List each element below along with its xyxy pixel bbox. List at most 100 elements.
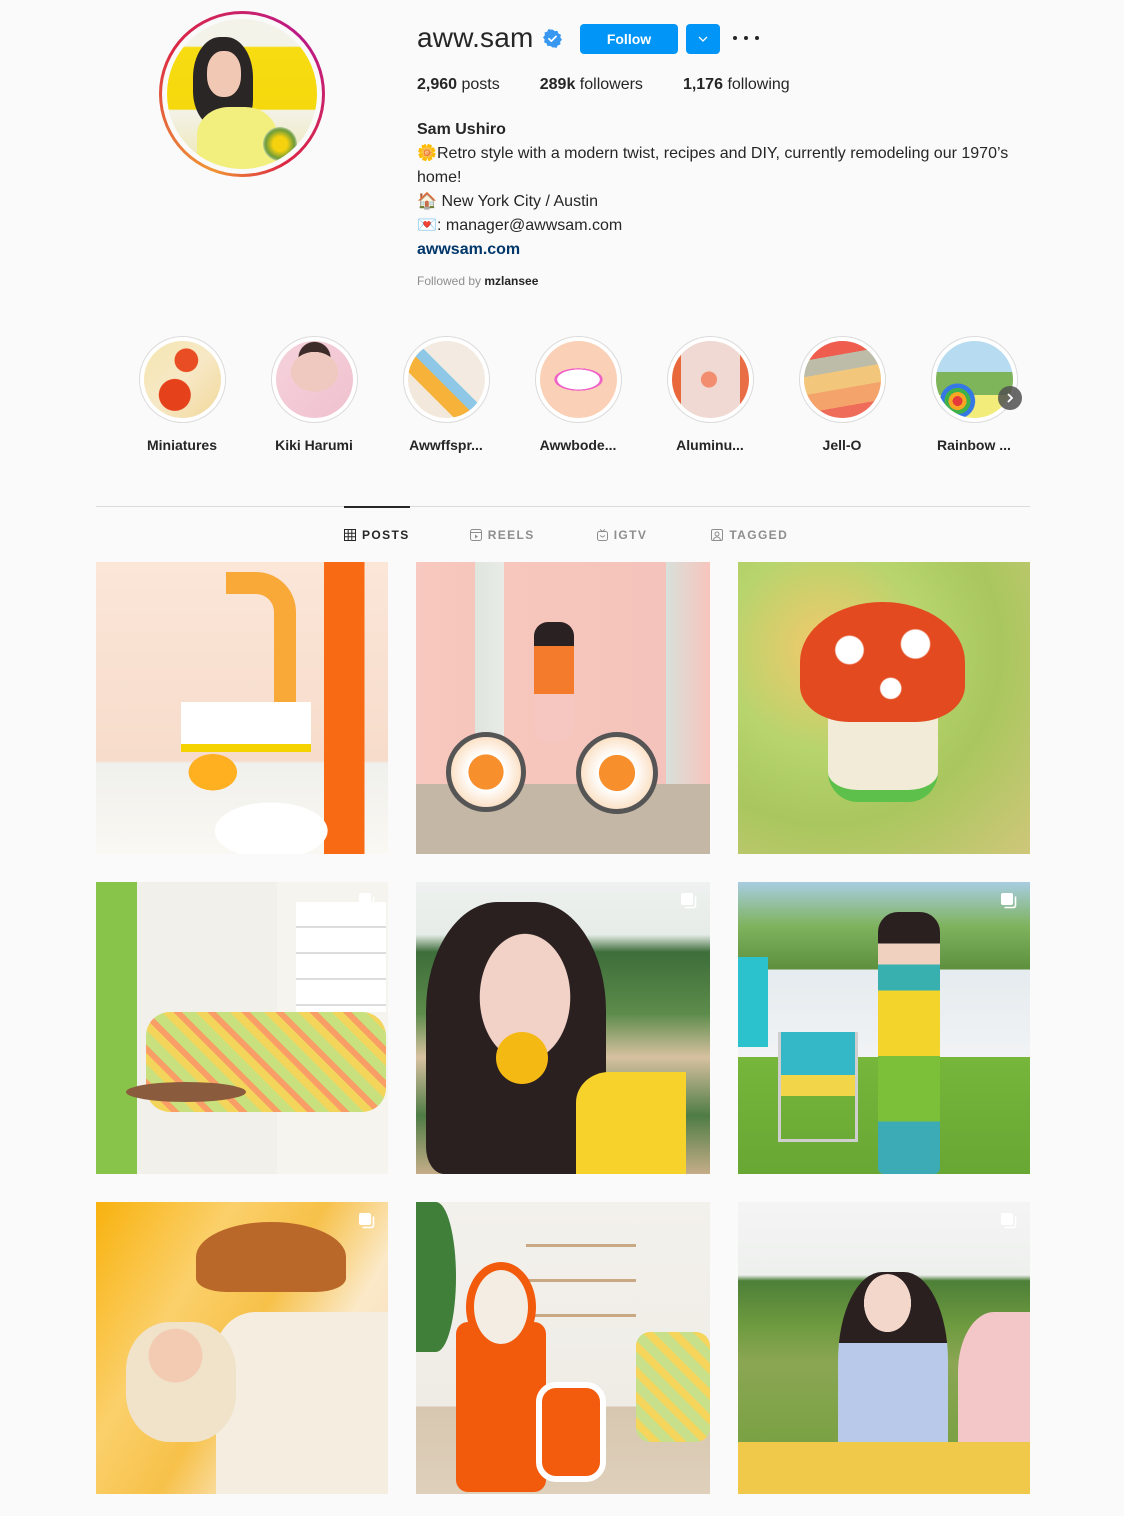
highlight-ring [402, 336, 490, 423]
carousel-icon [359, 1213, 375, 1229]
suggested-dropdown-button[interactable] [686, 24, 720, 54]
post-art-shape [778, 1032, 858, 1142]
highlight-miniatures[interactable]: Miniatures [116, 336, 248, 453]
post-art-shape [196, 1222, 346, 1292]
bio-line: 💌: manager@awwsam.com [417, 214, 1037, 238]
profile-stats: 2,960 posts 289k followers 1,176 followi… [417, 76, 830, 94]
blossom-icon: 🌼 [417, 145, 437, 162]
posts-grid [96, 562, 1030, 1494]
tabs-divider [96, 506, 1030, 507]
tab-label: TAGGED [729, 528, 789, 542]
avatar-story-ring [162, 14, 322, 174]
highlight-aluminum[interactable]: Aluminu... [644, 336, 776, 453]
website-link[interactable]: awwsam.com [417, 238, 1037, 262]
ellipsis-icon-dot [744, 36, 748, 40]
post-art-shape [126, 1322, 236, 1442]
house-icon: 🏠 [417, 193, 437, 210]
following-count-value: 1,176 [682, 76, 723, 93]
post-art-shape [534, 622, 574, 742]
post-thumbnail[interactable] [738, 562, 1030, 854]
username-row: aww.sam [417, 22, 562, 54]
post-art-shape [738, 957, 768, 1047]
followers-link[interactable]: 289k followers [540, 76, 643, 94]
highlight-cover [275, 341, 353, 418]
tab-label: REELS [487, 528, 535, 542]
bio-line: 🌼Retro style with a modern twist, recipe… [417, 142, 1037, 190]
post-art-shape [496, 1032, 548, 1084]
post-thumbnail[interactable] [96, 882, 388, 1174]
grid-icon [344, 529, 356, 541]
profile-bio: Sam Ushiro 🌼Retro style with a modern tw… [417, 118, 1037, 262]
highlight-label: Awwbode... [539, 437, 617, 453]
profile-avatar[interactable] [159, 11, 325, 177]
tagged-icon [711, 529, 724, 541]
post-thumbnail[interactable] [96, 1202, 388, 1494]
following-count-label: following [727, 76, 790, 93]
highlight-awwffspr[interactable]: Awwffspr... [380, 336, 512, 453]
highlight-ring [534, 336, 622, 423]
highlight-ring [666, 336, 754, 423]
post-art-shape [216, 1312, 388, 1494]
post-thumbnail[interactable] [416, 562, 710, 854]
highlight-ring [930, 336, 1018, 423]
post-art-shape [576, 1072, 686, 1174]
chevron-down-icon [698, 36, 708, 42]
highlight-cover [407, 341, 485, 418]
follow-button[interactable]: Follow [580, 24, 678, 54]
chevron-right-icon [1007, 393, 1014, 403]
carousel-icon [359, 893, 375, 909]
avatar-bouquet-shape [263, 127, 297, 161]
tab-label: POSTS [362, 528, 410, 542]
highlight-awwbode[interactable]: Awwbode... [512, 336, 644, 453]
highlight-ring [138, 336, 226, 423]
love-letter-icon: 💌 [417, 217, 437, 234]
bio-text: Retro style with a modern twist, recipes… [417, 145, 1009, 186]
tab-label: IGTV [613, 528, 648, 542]
tab-reels[interactable]: REELS [469, 528, 535, 542]
post-art-shape [446, 732, 526, 812]
highlight-cover [671, 341, 749, 418]
tab-posts[interactable]: POSTS [344, 528, 410, 542]
highlight-cover [143, 341, 221, 418]
post-thumbnail[interactable] [96, 562, 388, 854]
post-art-shape [636, 1332, 710, 1442]
highlight-label: Miniatures [146, 437, 217, 453]
story-highlights: Miniatures Kiki Harumi Awwffspr... Awwbo… [116, 336, 1040, 453]
following-link[interactable]: 1,176 following [683, 76, 790, 94]
highlight-cover [803, 341, 881, 418]
post-art-shape [296, 902, 386, 1012]
post-thumbnail[interactable] [738, 882, 1030, 1174]
post-thumbnail[interactable] [416, 882, 710, 1174]
post-art-shape [738, 1442, 1030, 1494]
followed-by-user[interactable]: mzlansee [484, 274, 538, 288]
avatar-face-shape [207, 51, 241, 97]
highlight-ring [270, 336, 358, 423]
post-art-shape [181, 702, 311, 752]
highlight-kiki-harumi[interactable]: Kiki Harumi [248, 336, 380, 453]
more-options-button[interactable] [733, 28, 759, 48]
posts-count-value: 2,960 [417, 76, 458, 93]
highlight-jell-o[interactable]: Jell-O [776, 336, 908, 453]
reels-icon [469, 529, 482, 541]
highlight-label: Aluminu... [676, 437, 744, 453]
username: aww.sam [417, 22, 534, 53]
bio-line: 🏠 New York City / Austin [417, 190, 1037, 214]
post-art-shape [878, 912, 940, 1174]
ellipsis-icon-dot [755, 36, 759, 40]
full-name: Sam Ushiro [417, 121, 506, 138]
verified-badge-icon [542, 28, 562, 48]
highlights-next-button[interactable] [998, 386, 1022, 410]
highlight-cover [539, 341, 617, 418]
post-thumbnail[interactable] [738, 1202, 1030, 1494]
followed-by[interactable]: Followed by mzlansee [417, 274, 538, 288]
bio-location: New York City / Austin [437, 193, 598, 210]
post-thumbnail[interactable] [416, 1202, 710, 1494]
followers-count-value: 289k [539, 76, 576, 93]
tab-tagged[interactable]: TAGGED [711, 528, 788, 542]
tab-igtv[interactable]: IGTV [596, 528, 648, 542]
highlight-ring [798, 336, 886, 423]
carousel-icon [1001, 893, 1017, 909]
post-art-shape [466, 1262, 536, 1352]
carousel-icon [1001, 1213, 1017, 1229]
followers-count-label: followers [579, 76, 643, 93]
